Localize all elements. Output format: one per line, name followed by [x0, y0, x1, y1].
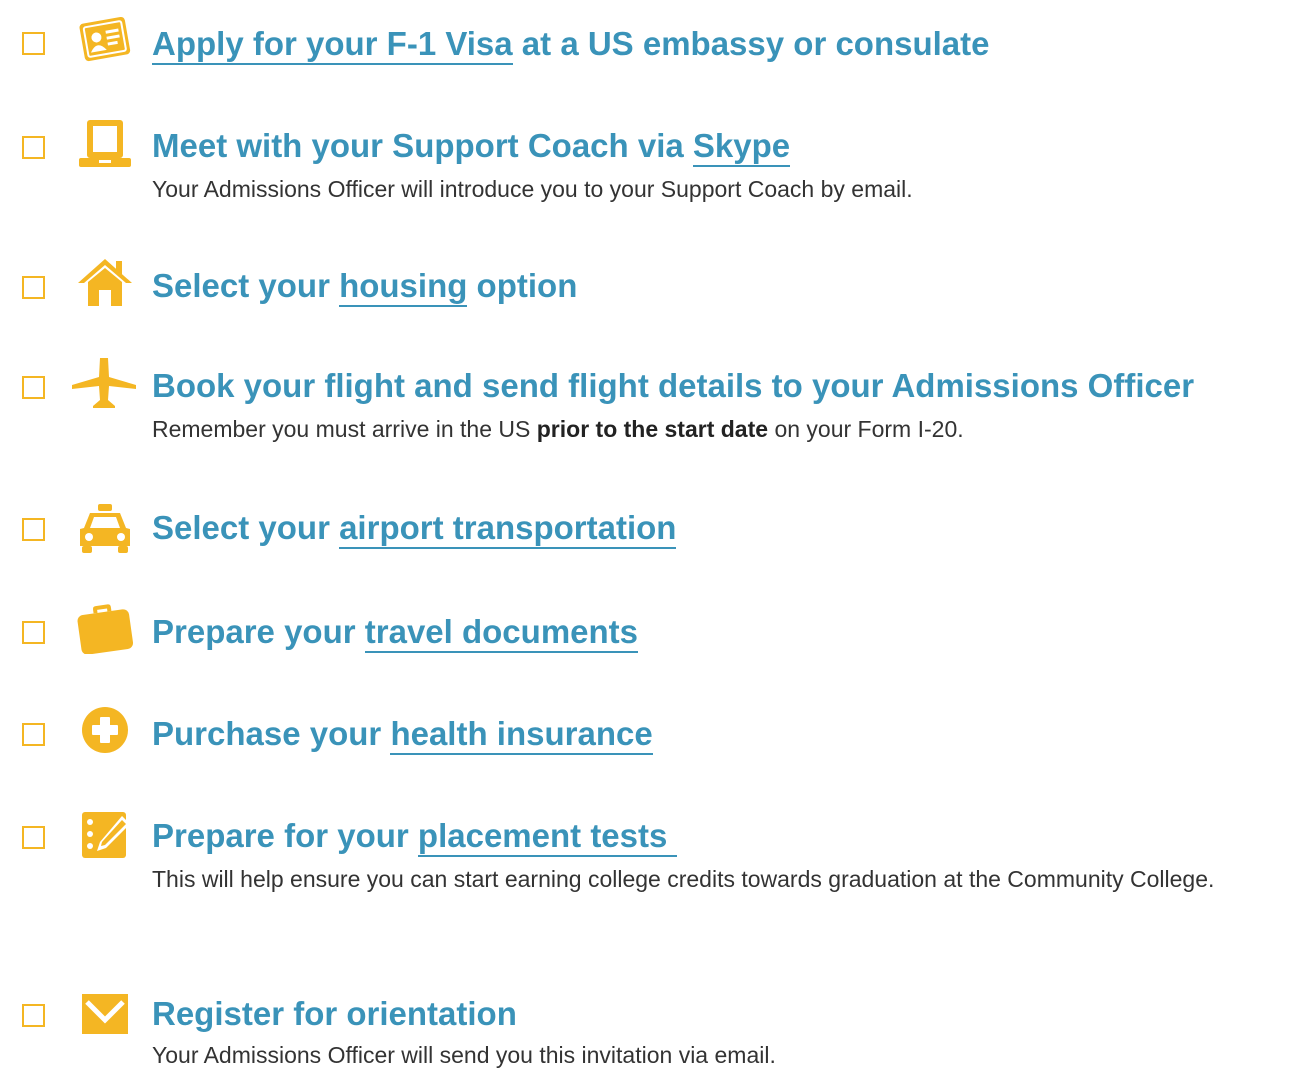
visa-link[interactable]: Apply for your F-1 Visa	[152, 25, 513, 65]
laptop-icon	[76, 118, 134, 170]
id-card-icon	[76, 14, 134, 66]
medical-plus-icon	[76, 704, 134, 756]
checkbox[interactable]	[22, 1004, 45, 1027]
item-title: Meet with your Support Coach via Skype	[152, 126, 791, 167]
checkbox[interactable]	[22, 32, 45, 55]
travel-documents-link[interactable]: travel documents	[364, 613, 639, 653]
item-title: Prepare for your placement tests	[152, 816, 677, 857]
item-title: Prepare your travel documents	[152, 612, 639, 653]
checkbox[interactable]	[22, 518, 45, 541]
item-title: Book your flight and send flight details…	[152, 367, 1195, 404]
checkbox[interactable]	[22, 621, 45, 644]
checkbox[interactable]	[22, 826, 45, 849]
housing-link[interactable]: housing	[339, 267, 468, 307]
taxi-icon	[76, 502, 134, 554]
item-description: This will help ensure you can start earn…	[152, 866, 1215, 892]
notepad-pencil-icon	[76, 808, 134, 860]
envelope-icon	[76, 988, 134, 1040]
item-title: Apply for your F-1 Visa at a US embassy …	[152, 24, 990, 65]
airport-transportation-link[interactable]: airport transportation	[339, 509, 677, 549]
item-description: Your Admissions Officer will send you th…	[152, 1042, 776, 1068]
briefcase-icon	[76, 602, 134, 654]
checkbox[interactable]	[22, 723, 45, 746]
skype-link[interactable]: Skype	[692, 127, 791, 167]
item-description: Your Admissions Officer will introduce y…	[152, 176, 913, 202]
checkbox[interactable]	[22, 376, 45, 399]
house-icon	[76, 256, 134, 308]
checkbox[interactable]	[22, 136, 45, 159]
item-title: Purchase your health insurance	[152, 714, 653, 755]
placement-tests-link[interactable]: placement tests	[417, 817, 677, 857]
item-title: Select your housing option	[152, 266, 577, 307]
item-title: Select your airport transportation	[152, 508, 677, 549]
checkbox[interactable]	[22, 276, 45, 299]
item-title: Register for orientation	[152, 995, 517, 1032]
airplane-icon	[72, 357, 136, 409]
item-description: Remember you must arrive in the US prior…	[152, 416, 964, 442]
health-insurance-link[interactable]: health insurance	[390, 715, 653, 755]
